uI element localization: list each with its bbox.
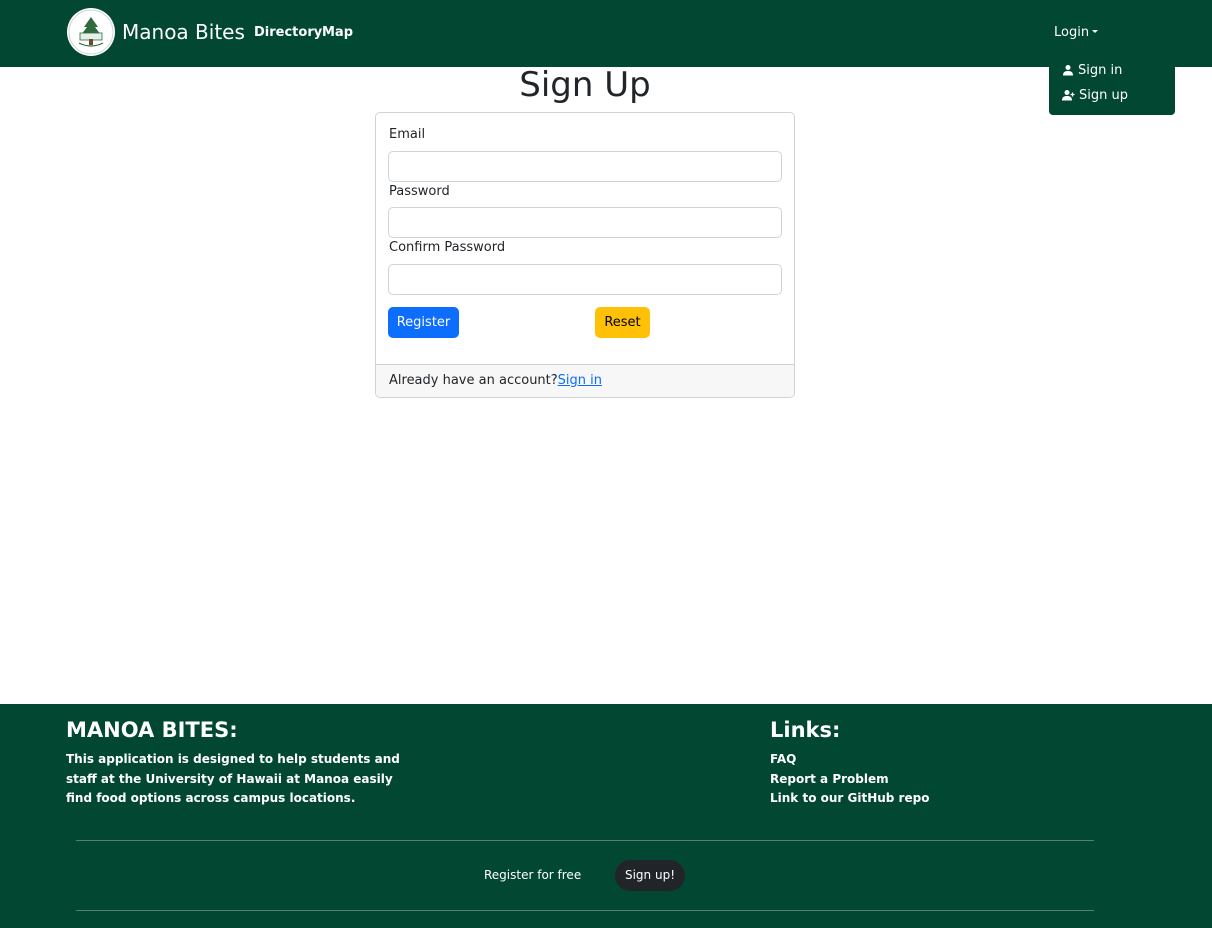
email-label: Email <box>389 127 426 142</box>
nav-map-link[interactable]: Map <box>322 24 353 41</box>
page-title: Sign Up <box>519 65 651 105</box>
register-button[interactable]: Register <box>388 307 459 338</box>
footer-divider <box>76 840 1094 841</box>
confirm-password-input[interactable] <box>388 264 782 295</box>
login-label: Login <box>1054 25 1090 40</box>
email-input[interactable] <box>388 151 782 182</box>
footer-links-heading: Links: <box>770 718 841 742</box>
footer-about-heading: MANOA BITES: <box>66 718 238 742</box>
password-input[interactable] <box>388 207 782 238</box>
site-footer: MANOA BITES: This application is designe… <box>0 704 1212 928</box>
brand-logo[interactable] <box>67 8 115 56</box>
footer-register-text: Register for free <box>484 868 582 882</box>
account-prompt-text: Already have an account? <box>389 373 558 388</box>
footer-signup-button[interactable]: Sign up! <box>615 860 685 891</box>
signup-form-card: Email Password Confirm Password Register… <box>375 112 795 398</box>
top-navbar: Manoa Bites Directory Map Login <box>0 0 1212 67</box>
reset-button[interactable]: Reset <box>595 307 650 338</box>
confirm-password-label: Confirm Password <box>389 240 506 255</box>
card-footer: Already have an account?Sign in <box>376 364 794 397</box>
caret-down-icon <box>1092 30 1099 33</box>
nav-directory-link[interactable]: Directory <box>254 24 322 41</box>
brand-name[interactable]: Manoa Bites <box>122 19 245 45</box>
footer-link-github[interactable]: Link to our GitHub repo <box>770 789 929 809</box>
logo-emblem-icon <box>68 9 114 55</box>
footer-link-faq[interactable]: FAQ <box>770 750 796 770</box>
footer-divider <box>76 910 1094 911</box>
footer-about-text: This application is designed to help stu… <box>66 752 400 805</box>
login-dropdown-toggle[interactable]: Login <box>1054 24 1099 41</box>
password-label: Password <box>389 184 450 199</box>
footer-link-report-problem[interactable]: Report a Problem <box>770 770 889 790</box>
sign-in-link[interactable]: Sign in <box>558 373 602 388</box>
